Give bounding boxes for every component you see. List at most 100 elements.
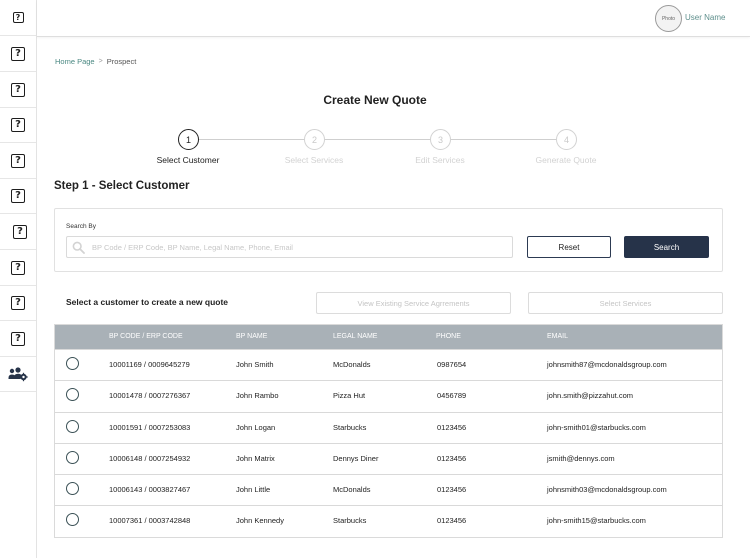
step-1-label: Select Customer xyxy=(156,155,220,165)
sidebar-item-8[interactable]: ? xyxy=(0,251,36,286)
cell-email: john-smith01@starbucks.com xyxy=(547,422,646,432)
cell-legal-name: Starbucks xyxy=(333,422,367,432)
cell-phone: 0987654 xyxy=(437,360,467,369)
cell-phone: 0456789 xyxy=(437,391,467,401)
customer-table: BP CODE / ERP CODE BP NAME LEGAL NAME PH… xyxy=(54,324,723,538)
view-service-agreements-button[interactable]: View Existing Service Agrrements xyxy=(316,292,511,314)
cell-email: johnsmith03@mcdonaldsgroup.com xyxy=(547,485,667,495)
cell-bp-code: 10001591 / 0007253083 xyxy=(109,422,191,432)
cell-email: john-smith15@starbucks.com xyxy=(547,516,646,526)
search-field[interactable] xyxy=(66,236,513,258)
search-panel: Search By Reset Search xyxy=(54,208,723,272)
stepper-connector xyxy=(324,139,430,140)
row-select-radio[interactable] xyxy=(66,482,79,496)
cell-email: john.smith@pizzahut.com xyxy=(547,391,633,401)
cell-phone: 0123456 xyxy=(437,485,467,495)
table-row[interactable]: 10006143 / 0003827467 John Little McDona… xyxy=(55,474,722,506)
stepper-connector xyxy=(451,139,557,140)
question-icon: ? xyxy=(11,189,25,203)
row-select-radio[interactable] xyxy=(66,419,79,433)
question-icon: ? xyxy=(11,118,25,132)
question-icon: ? xyxy=(11,296,25,310)
sidebar-item-6[interactable]: ? xyxy=(0,179,36,214)
cell-bp-name: John Rambo xyxy=(236,391,279,401)
cell-legal-name: McDonalds xyxy=(333,360,371,369)
cell-legal-name: Pizza Hut xyxy=(333,391,366,401)
cell-bp-name: John Kennedy xyxy=(236,516,284,526)
cell-bp-code: 10001169 / 0009645279 xyxy=(109,360,190,369)
page-title: Create New Quote xyxy=(323,93,427,107)
table-row[interactable]: 10001478 / 0007276367 John Rambo Pizza H… xyxy=(55,380,722,412)
column-header-email[interactable]: EMAIL xyxy=(547,333,568,340)
cell-email: johnsmith87@mcdonaldsgroup.com xyxy=(547,360,667,369)
cell-email: jsmith@dennys.com xyxy=(547,453,615,463)
search-icon xyxy=(72,241,85,254)
step-3-circle[interactable]: 3 xyxy=(430,129,451,150)
cell-phone: 0123456 xyxy=(437,422,467,432)
row-select-radio[interactable] xyxy=(66,388,79,402)
table-row[interactable]: 10001591 / 0007253083 John Logan Starbuc… xyxy=(55,411,722,443)
breadcrumb-separator: > xyxy=(98,58,103,65)
cell-phone: 0123456 xyxy=(437,516,467,526)
step-2-label: Select Services xyxy=(284,155,344,165)
cell-legal-name: Starbucks xyxy=(333,516,367,526)
cell-bp-name: John Matrix xyxy=(236,453,275,463)
column-header-phone[interactable]: PHONE xyxy=(436,333,461,340)
cell-bp-code: 10006143 / 0003827467 xyxy=(109,485,191,495)
sidebar: ? ? ? ? ? ? ? ? ? ? xyxy=(0,0,37,558)
cell-bp-code: 10001478 / 0007276367 xyxy=(109,391,191,401)
top-bar xyxy=(37,0,750,37)
table-header: BP CODE / ERP CODE BP NAME LEGAL NAME PH… xyxy=(55,325,722,349)
user-name[interactable]: User Name xyxy=(685,13,725,22)
team-settings-icon xyxy=(8,367,28,382)
step-1-circle[interactable]: 1 xyxy=(178,129,199,150)
cell-legal-name: Dennys Diner xyxy=(333,453,379,463)
question-icon: ? xyxy=(11,332,25,346)
table-row[interactable]: 10007361 / 0003742848 John Kennedy Starb… xyxy=(55,505,722,537)
sidebar-item-2[interactable]: ? xyxy=(0,37,36,72)
column-header-legal-name[interactable]: LEGAL NAME xyxy=(333,333,377,340)
question-icon: ? xyxy=(13,225,27,239)
avatar-label: Photo xyxy=(661,15,676,22)
select-services-button[interactable]: Select Services xyxy=(528,292,723,314)
select-customer-prompt: Select a customer to create a new quote xyxy=(66,297,229,307)
reset-button[interactable]: Reset xyxy=(527,236,611,258)
step-2-circle[interactable]: 2 xyxy=(304,129,325,150)
cell-legal-name: McDonalds xyxy=(333,485,371,495)
cell-bp-name: John Smith xyxy=(236,360,274,369)
breadcrumb-current: Prospect xyxy=(106,57,137,66)
cell-bp-code: 10006148 / 0007254932 xyxy=(109,453,191,463)
question-icon: ? xyxy=(11,261,25,275)
avatar[interactable]: Photo xyxy=(655,5,682,32)
sidebar-item-10[interactable]: ? xyxy=(0,322,36,357)
cell-bp-name: John Little xyxy=(236,485,271,495)
stepper-connector xyxy=(199,139,305,140)
sidebar-item-9[interactable]: ? xyxy=(0,286,36,321)
table-row[interactable]: 10001169 / 0009645279 John Smith McDonal… xyxy=(55,349,722,381)
sidebar-item-1[interactable]: ? xyxy=(0,0,36,36)
search-input[interactable] xyxy=(92,241,502,254)
breadcrumb-home-link[interactable]: Home Page xyxy=(55,57,95,66)
sidebar-item-team[interactable] xyxy=(0,357,36,392)
question-icon: ? xyxy=(12,12,24,23)
step-4-label: Generate Quote xyxy=(535,155,597,165)
column-header-bp-code[interactable]: BP CODE / ERP CODE xyxy=(109,333,183,340)
breadcrumb: Home Page > Prospect xyxy=(55,57,136,66)
cell-bp-code: 10007361 / 0003742848 xyxy=(109,516,191,526)
sidebar-item-4[interactable]: ? xyxy=(0,108,36,143)
sidebar-item-5[interactable]: ? xyxy=(0,144,36,179)
row-select-radio[interactable] xyxy=(66,450,79,464)
question-icon: ? xyxy=(11,47,25,61)
search-button[interactable]: Search xyxy=(624,236,709,258)
table-row[interactable]: 10006148 / 0007254932 John Matrix Dennys… xyxy=(55,442,722,475)
cell-bp-name: John Logan xyxy=(236,422,276,432)
section-title: Step 1 - Select Customer xyxy=(54,180,190,192)
row-select-radio[interactable] xyxy=(66,357,79,370)
cell-phone: 0123456 xyxy=(437,453,467,463)
sidebar-item-7[interactable]: ? xyxy=(0,215,36,250)
search-by-label: Search By xyxy=(66,223,96,230)
row-select-radio[interactable] xyxy=(66,513,79,527)
column-header-bp-name[interactable]: BP NAME xyxy=(236,333,267,340)
step-3-label: Edit Services xyxy=(415,155,465,165)
step-4-circle[interactable]: 4 xyxy=(556,129,577,150)
